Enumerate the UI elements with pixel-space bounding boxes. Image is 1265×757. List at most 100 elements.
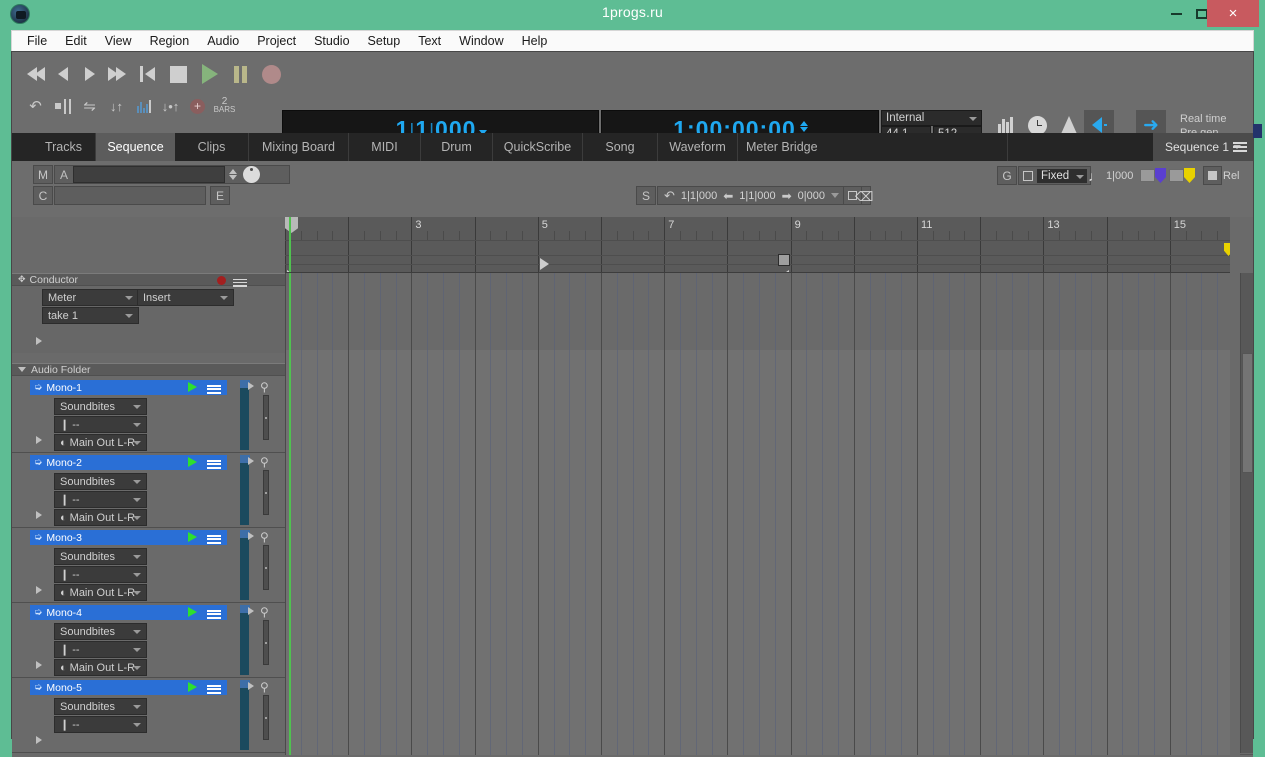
track-zoom-slider[interactable] bbox=[263, 395, 269, 440]
automation-field[interactable] bbox=[73, 166, 226, 183]
marker-blue-icon[interactable] bbox=[1155, 168, 1166, 183]
left-arrow-icon[interactable]: ⬅ bbox=[723, 189, 733, 203]
track-input-select[interactable]: Soundbites bbox=[54, 623, 147, 640]
stop-marker[interactable] bbox=[777, 254, 790, 266]
track-zoom-slider[interactable] bbox=[263, 695, 269, 740]
tab-drum[interactable]: Drum bbox=[421, 133, 493, 161]
track-expand-icon[interactable] bbox=[36, 736, 42, 744]
track-column-expand-icon[interactable] bbox=[248, 607, 254, 615]
selection-cursor-icon[interactable]: ⌫ bbox=[855, 189, 873, 205]
track-zoom-slider[interactable] bbox=[263, 620, 269, 665]
conductor-menu-icon[interactable] bbox=[233, 277, 247, 288]
track-play-icon[interactable] bbox=[188, 457, 197, 467]
track-menu-icon[interactable] bbox=[207, 458, 221, 470]
return-to-zero-button[interactable] bbox=[134, 59, 161, 89]
grid-mode-group[interactable]: Fixed bbox=[1018, 166, 1091, 185]
menu-item-audio[interactable]: Audio bbox=[198, 33, 248, 49]
close-button[interactable]: × bbox=[1207, 0, 1259, 27]
track-input-select[interactable]: Soundbites bbox=[54, 698, 147, 715]
right-arrow-icon[interactable]: ➡ bbox=[782, 189, 792, 203]
track-input-select[interactable]: Soundbites bbox=[54, 473, 147, 490]
conductor-take-select[interactable]: take 1 bbox=[42, 307, 139, 324]
track-record-icon[interactable]: ➭ bbox=[34, 382, 42, 393]
menu-item-edit[interactable]: Edit bbox=[56, 33, 96, 49]
track-name-bar[interactable]: ➭ Mono-3 bbox=[30, 530, 227, 545]
track-play-icon[interactable] bbox=[188, 382, 197, 392]
comments-field[interactable] bbox=[54, 186, 206, 205]
track-column-expand-icon[interactable] bbox=[248, 682, 254, 690]
track-record-icon[interactable]: ➭ bbox=[34, 532, 42, 543]
tab-midi[interactable]: MIDI bbox=[349, 133, 421, 161]
timecode-stepper[interactable] bbox=[800, 120, 809, 133]
track-zoom-slider[interactable] bbox=[263, 545, 269, 590]
magnifier-icon[interactable]: ⚲ bbox=[260, 530, 269, 544]
mute-toggle-button[interactable]: M bbox=[33, 165, 53, 184]
pause-button[interactable] bbox=[227, 59, 254, 89]
track-column-expand-icon[interactable] bbox=[248, 382, 254, 390]
chevron-down-icon[interactable] bbox=[830, 193, 839, 198]
grid-color-swatch-2[interactable] bbox=[1169, 169, 1184, 182]
track-name-bar[interactable]: ➭ Mono-5 bbox=[30, 680, 227, 695]
track-menu-icon[interactable] bbox=[207, 683, 221, 695]
tab-meter-bridge[interactable]: Meter Bridge bbox=[738, 133, 1008, 161]
marker-yellow-icon[interactable] bbox=[1184, 168, 1195, 183]
record-dot-icon[interactable] bbox=[217, 276, 226, 285]
click-button[interactable]: ↓•↑ bbox=[157, 93, 184, 119]
track-record-icon[interactable]: ➭ bbox=[34, 682, 42, 693]
conductor-expand-icon[interactable] bbox=[36, 337, 42, 345]
tab-mixing-board[interactable]: Mixing Board bbox=[249, 133, 349, 161]
conductor-insert-select[interactable]: Insert bbox=[137, 289, 234, 306]
magnifier-icon[interactable]: ⚲ bbox=[260, 605, 269, 619]
track-play-icon[interactable] bbox=[188, 607, 197, 617]
memory-button[interactable] bbox=[130, 93, 157, 119]
track-name-bar[interactable]: ➭ Mono-2 bbox=[30, 455, 227, 470]
track-zoom-slider[interactable] bbox=[263, 470, 269, 515]
checkbox-icon[interactable] bbox=[1023, 170, 1033, 181]
track-menu-icon[interactable] bbox=[207, 608, 221, 620]
pan-knob[interactable] bbox=[243, 166, 261, 183]
track-expand-icon[interactable] bbox=[36, 436, 42, 444]
tab-song[interactable]: Song bbox=[583, 133, 658, 161]
fast-forward-button[interactable] bbox=[103, 59, 130, 89]
track-column-expand-icon[interactable] bbox=[248, 532, 254, 540]
track-take-select[interactable]: ❙ -- bbox=[54, 416, 147, 433]
track-play-icon[interactable] bbox=[188, 532, 197, 542]
track-input-select[interactable]: Soundbites bbox=[54, 548, 147, 565]
audio-folder-header[interactable]: Audio Folder bbox=[12, 363, 285, 376]
automation-stepper[interactable] bbox=[228, 169, 238, 180]
undo-button[interactable]: ↶ bbox=[22, 93, 49, 119]
track-output-select[interactable]: ◐ Main Out L-R bbox=[54, 434, 147, 451]
track-output-select[interactable]: ◐ Main Out L-R bbox=[54, 584, 147, 601]
grid-toggle-button[interactable]: G bbox=[997, 166, 1017, 185]
menu-item-help[interactable]: Help bbox=[513, 33, 557, 49]
step-forward-button[interactable] bbox=[76, 59, 103, 89]
track-input-select[interactable]: Soundbites bbox=[54, 398, 147, 415]
render-mode-real-time[interactable]: Real time bbox=[1180, 112, 1226, 126]
timeline-ruler[interactable]: 13579111315 bbox=[285, 217, 1230, 273]
chevron-down-icon[interactable] bbox=[18, 367, 26, 372]
track-output-select[interactable]: ◐ Main Out L-R bbox=[54, 509, 147, 526]
conductor-meter-select[interactable]: Meter bbox=[42, 289, 139, 306]
track-grid[interactable] bbox=[285, 273, 1230, 757]
stop-button[interactable] bbox=[165, 59, 192, 89]
track-take-select[interactable]: ❙ -- bbox=[54, 491, 147, 508]
menu-item-view[interactable]: View bbox=[96, 33, 141, 49]
edit-length-value[interactable]: 0|000 bbox=[798, 190, 825, 202]
record-button[interactable] bbox=[258, 59, 285, 89]
magnifier-icon[interactable]: ⚲ bbox=[260, 380, 269, 394]
track-menu-icon[interactable] bbox=[207, 533, 221, 545]
relative-mode-checkbox[interactable] bbox=[1203, 166, 1222, 185]
punch-button[interactable] bbox=[49, 93, 76, 119]
sequence-menu-button[interactable] bbox=[1233, 140, 1247, 154]
tab-waveform[interactable]: Waveform bbox=[658, 133, 738, 161]
menu-item-studio[interactable]: Studio bbox=[305, 33, 358, 49]
edit-toggle-button[interactable]: E bbox=[210, 186, 230, 205]
tab-quickscribe[interactable]: QuickScribe bbox=[493, 133, 583, 161]
vertical-scrollbar[interactable] bbox=[1240, 273, 1253, 753]
track-take-select[interactable]: ❙ -- bbox=[54, 716, 147, 733]
track-record-icon[interactable]: ➭ bbox=[34, 607, 42, 618]
track-output-select[interactable]: ◐ Main Out L-R bbox=[54, 659, 147, 676]
menu-item-window[interactable]: Window bbox=[450, 33, 512, 49]
menu-item-file[interactable]: File bbox=[18, 33, 56, 49]
auto-record-button[interactable]: ↓↑ bbox=[103, 93, 130, 119]
